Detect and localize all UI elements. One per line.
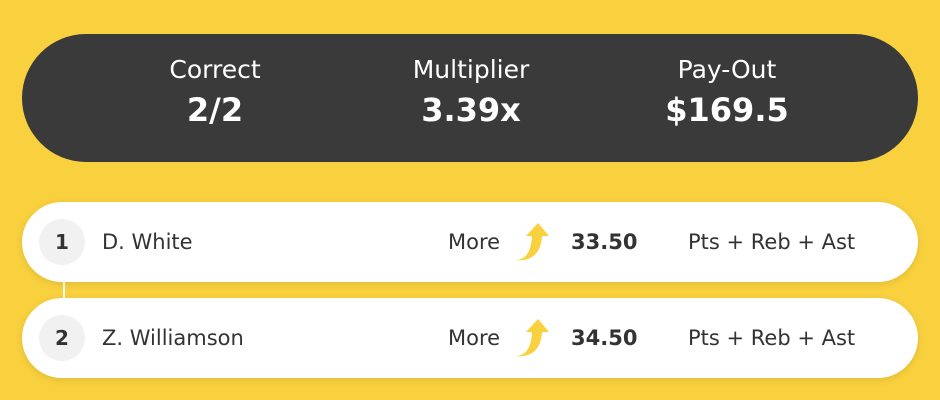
- multiplier-value: 3.39x: [421, 91, 521, 129]
- multiplier-label: Multiplier: [412, 55, 530, 84]
- player-name: D. White: [102, 230, 193, 254]
- pick-stat-type: Pts + Reb + Ast: [688, 326, 856, 350]
- correct-label: Correct: [169, 55, 261, 84]
- pick-number-badge: 2: [39, 315, 85, 361]
- summary-panel: Correct 2/2 Multiplier 3.39x Pay-Out $16…: [22, 34, 918, 162]
- payout-label: Pay-Out: [677, 55, 777, 84]
- correct-stat: Correct 2/2: [95, 54, 335, 132]
- player-name: Z. Williamson: [102, 326, 244, 350]
- pick-line-value: 34.50: [571, 326, 638, 350]
- pick-row[interactable]: 1 D. White More 33.50 Pts + Reb + Ast: [22, 202, 918, 282]
- payout-stat: Pay-Out $169.5: [607, 54, 847, 132]
- pick-stat-type: Pts + Reb + Ast: [688, 230, 856, 254]
- arrow-up-icon: [515, 223, 549, 261]
- pick-direction: More: [448, 230, 501, 254]
- pick-number-badge: 1: [39, 219, 85, 265]
- pick-direction: More: [448, 326, 501, 350]
- arrow-up-icon: [515, 319, 549, 357]
- correct-value: 2/2: [186, 91, 244, 129]
- multiplier-stat: Multiplier 3.39x: [351, 54, 591, 132]
- pick-row[interactable]: 2 Z. Williamson More 34.50 Pts + Reb + A…: [22, 298, 918, 378]
- payout-value: $169.5: [665, 91, 789, 129]
- pick-line-value: 33.50: [571, 230, 638, 254]
